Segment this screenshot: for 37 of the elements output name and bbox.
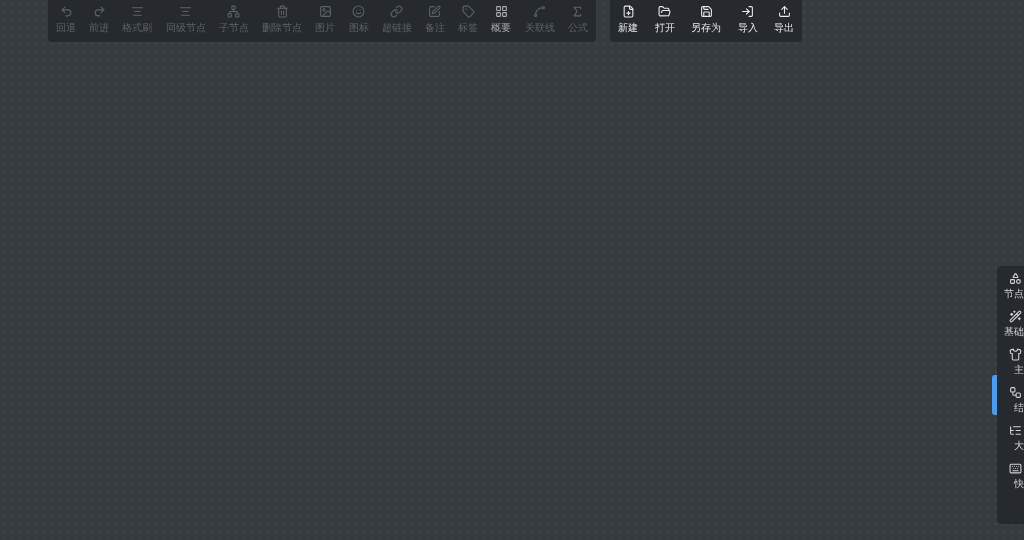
import-icon xyxy=(741,5,754,18)
shirt-icon xyxy=(1009,348,1022,361)
note-icon xyxy=(428,5,442,18)
link-icon xyxy=(390,5,404,18)
tag-icon xyxy=(461,5,475,18)
new-file-icon xyxy=(621,5,635,18)
keyboard-icon xyxy=(1009,462,1022,475)
side-panel-button[interactable]: 基础 xyxy=(999,310,1024,338)
toolbar-button[interactable]: 概要 xyxy=(489,5,514,42)
side-panel-button[interactable]: 快 xyxy=(999,462,1024,490)
save-icon xyxy=(699,5,713,18)
curve-icon xyxy=(533,5,547,18)
smiley-icon xyxy=(352,5,366,18)
upload-icon xyxy=(777,5,791,18)
side-panel-button[interactable]: 主 xyxy=(999,348,1024,376)
wand-icon xyxy=(1009,310,1022,323)
toolbar-button[interactable]: 另存为 xyxy=(691,5,721,42)
toolbar-button[interactable]: 新建 xyxy=(618,5,638,42)
toolbar-button[interactable]: 导入 xyxy=(737,5,758,42)
panel-toggle-handle[interactable] xyxy=(992,375,997,415)
folder-icon xyxy=(658,5,671,18)
toolbar-button[interactable]: 打开 xyxy=(654,5,675,42)
outline-icon xyxy=(1009,424,1022,437)
shapes-icon xyxy=(1009,272,1022,285)
undo-icon xyxy=(59,5,73,18)
side-panel-button[interactable]: 节点 xyxy=(999,272,1024,300)
image-icon xyxy=(318,5,332,18)
lines-icon xyxy=(130,5,144,18)
trash-icon xyxy=(275,5,289,18)
node-tree-icon xyxy=(227,5,241,18)
lines-icon xyxy=(179,5,193,18)
grid-icon xyxy=(494,5,508,18)
redo-icon xyxy=(92,5,106,18)
side-panel-button[interactable]: 大 xyxy=(999,424,1024,452)
structure-icon xyxy=(1009,386,1022,399)
toolbar-button[interactable]: 导出 xyxy=(774,5,794,42)
side-panel-button[interactable]: 结 xyxy=(999,386,1024,414)
